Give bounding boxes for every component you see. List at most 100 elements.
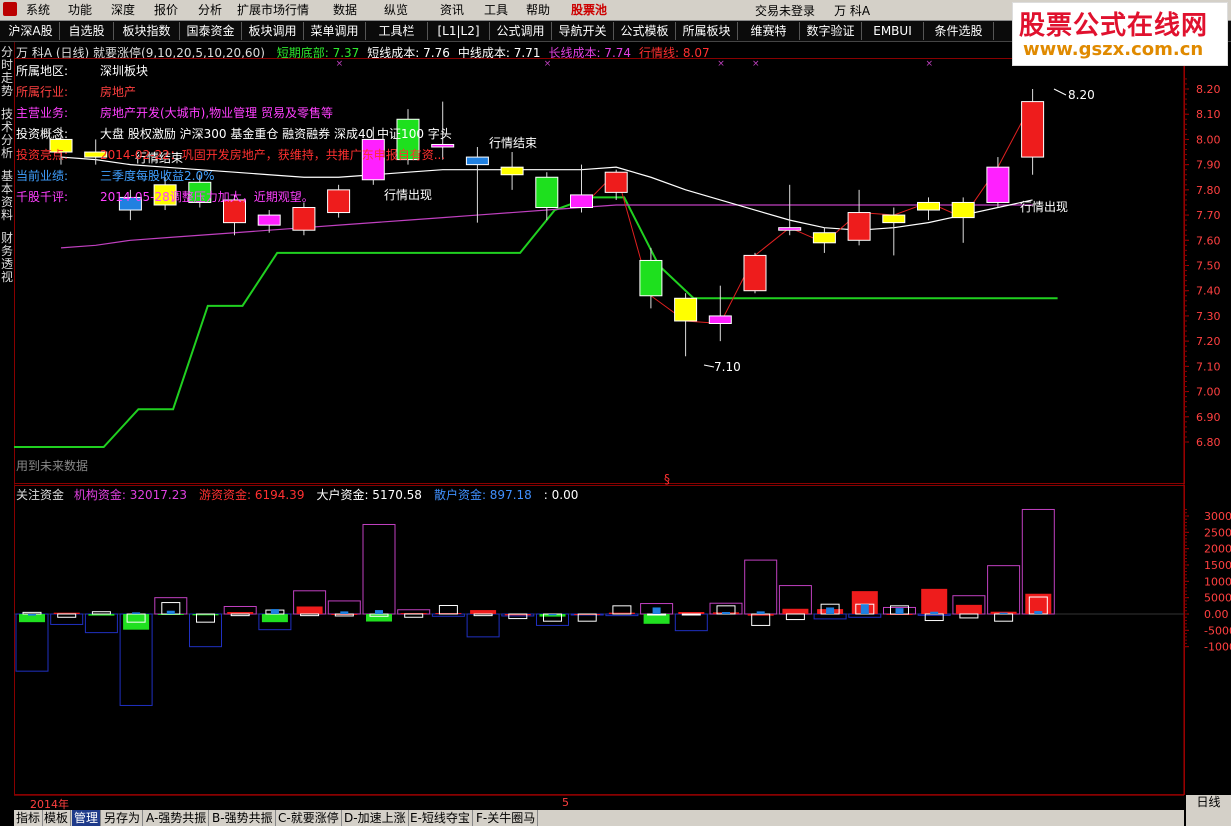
info-label: 投资亮点: <box>16 148 69 162</box>
future-data-label: 用到未来数据 <box>16 458 88 473</box>
fund-flow-value-1: 游资资金: 6194.39 <box>198 488 305 502</box>
low-pointer <box>703 364 715 368</box>
retail-flow-bar <box>166 610 175 614</box>
menu-item-10[interactable]: 帮助 <box>526 2 550 18</box>
info-value: 大盘 股权激励 沪深300 基金重仓 融资融券 深成40 中证100 字头 <box>100 127 452 141</box>
signal-marker: × <box>752 59 760 69</box>
menu-item-2[interactable]: 深度 <box>111 2 135 18</box>
price-tick-label: 7.80 <box>1196 184 1221 197</box>
big-player-flow-bar <box>230 613 250 617</box>
toolbar-button-10[interactable]: 公式模板 <box>614 22 676 40</box>
fund-flow-values: 机构资金: 32017.23 游资资金: 6194.39 大户资金: 5170.58… <box>74 488 591 502</box>
big-player-flow-bar <box>994 613 1014 622</box>
big-player-flow-bar <box>751 613 771 626</box>
app-logo-icon <box>3 2 17 16</box>
toolbar-button-4[interactable]: 板块调用 <box>242 22 304 40</box>
bottom-tab-4[interactable]: A-强势共振 <box>144 810 210 826</box>
menu-item-1[interactable]: 功能 <box>68 2 92 18</box>
institutional-flow-bar <box>189 613 222 648</box>
menu-item-4[interactable]: 分析 <box>198 2 222 18</box>
signal-marker: × <box>926 59 934 69</box>
bottom-tab-5[interactable]: B-强势共振 <box>210 810 276 826</box>
bottom-tab-1[interactable]: 模板 <box>42 810 72 826</box>
signal-end-label-2: 行情结束 <box>489 136 537 150</box>
price-axis: 8.20 8.10 8.00 7.90 7.80 7.70 7.60 7.50 7.40 7.30… <box>1184 78 1231 654</box>
bottom-tab-6[interactable]: C-就要涨停 <box>276 810 342 826</box>
toolbar-button-1[interactable]: 自选股 <box>60 22 114 40</box>
menu-item-6[interactable]: 数据 <box>333 2 357 18</box>
menu-item-3[interactable]: 报价 <box>154 2 178 18</box>
bottom-tab-3[interactable]: 另存为 <box>102 810 144 826</box>
candle-core <box>505 168 520 174</box>
toolbar-button-6[interactable]: 工具栏 <box>366 22 428 40</box>
menubar-right: 交易未登录 万 科A <box>755 2 870 19</box>
info-label: 所属地区: <box>16 64 69 78</box>
vol-tick-label: 15000 <box>1204 559 1231 572</box>
bottom-tabs: 指标 模板 管理 另存为 A-强势共振 B-强势共振 C-就要涨停 D-加速上涨 E-短线夺宝 F… <box>14 810 1184 826</box>
toolbar-button-9[interactable]: 导航开关 <box>552 22 614 40</box>
bottom-tab-9[interactable]: F-关牛圈马 <box>474 810 539 826</box>
fund-flow-title: 关注资金 <box>16 488 65 502</box>
side-tab-1[interactable]: 技术分析 <box>0 108 14 160</box>
candle-core <box>262 216 277 225</box>
info-row-4: 投资亮点: 2014-02-22：巩固开发房地产，获维持，共推广东申报自有资... <box>16 146 445 163</box>
menu-item-9[interactable]: 工具 <box>484 2 508 18</box>
vol-tick-label: 20000 <box>1204 543 1231 556</box>
fund-flow-value-3: 散户资金: 897.18 <box>433 488 532 502</box>
price-tick-label: 7.00 <box>1196 386 1221 399</box>
bottom-tab-8[interactable]: E-短线夺宝 <box>408 810 473 826</box>
toolbar-button-12[interactable]: 维赛特 <box>738 22 800 40</box>
watermark-logo: 股票公式在线网 www.gszx.com.cn <box>1012 2 1228 66</box>
info-row-0: 所属地区: 深圳板块 <box>16 62 148 79</box>
menu-item-5[interactable]: 扩展市场行情 <box>237 2 309 18</box>
price-tick-label: 8.20 <box>1196 83 1221 96</box>
candle-body <box>743 254 767 292</box>
big-player-flow-bar <box>785 613 805 621</box>
institutional-flow-bar <box>674 613 708 632</box>
retail-flow-bar <box>756 611 765 614</box>
signal-marker: × <box>336 59 344 69</box>
bottom-tab-7[interactable]: D-加速上涨 <box>342 810 409 826</box>
watermark-url: www.gszx.com.cn <box>1023 39 1204 60</box>
side-tab-3[interactable]: 财务透视 <box>0 232 14 284</box>
retail-flow-bar <box>1034 611 1043 614</box>
info-value: 2014-02-22：巩固开发房地产，获维持，共推广东申报自有资... <box>100 148 446 162</box>
toolbar-button-5[interactable]: 菜单调用 <box>304 22 366 40</box>
toolbar-button-2[interactable]: 板块指数 <box>114 22 180 40</box>
period-selector[interactable]: 日线 <box>1186 795 1231 826</box>
price-tick-label: 6.80 <box>1196 436 1221 449</box>
current-stock: 万 科A <box>834 4 871 18</box>
toolbar-button-14[interactable]: EMBUI <box>862 22 924 40</box>
toolbar-button-11[interactable]: 所属板块 <box>676 22 738 40</box>
login-status[interactable]: 交易未登录 <box>755 4 815 18</box>
menu-item-7[interactable]: 纵览 <box>384 2 408 18</box>
bottom-tab-0[interactable]: 指标 <box>14 810 44 826</box>
side-tab-0[interactable]: 分时走势 <box>0 46 14 98</box>
candle-body <box>1021 101 1045 158</box>
vol-tick-label: 25000 <box>1204 526 1231 539</box>
toolbar-button-3[interactable]: 国泰资金 <box>180 22 242 40</box>
fund-flow-chart <box>14 508 1184 706</box>
retail-flow-bar <box>375 610 383 614</box>
menu-item-11[interactable]: 股票池 <box>571 2 607 18</box>
retail-flow-bar <box>930 611 939 614</box>
side-tab-2[interactable]: 基本资料 <box>0 170 14 222</box>
menu-item-0[interactable]: 系统 <box>26 2 50 18</box>
toolbar-button-8[interactable]: 公式调用 <box>490 22 552 40</box>
hot-money-flow-bar <box>470 610 497 614</box>
toolbar-button-13[interactable]: 数字验证 <box>800 22 862 40</box>
big-player-flow-bar <box>647 613 667 616</box>
toolbar-button-0[interactable]: 沪深A股 <box>2 22 60 40</box>
fund-flow-value-2: 大户资金: 5170.58 <box>316 488 422 502</box>
toolbar-button-15[interactable]: 条件选股 <box>924 22 994 40</box>
info-value: 房地产 <box>100 85 137 99</box>
bottom-tab-2[interactable]: 管理 <box>72 810 102 826</box>
price-tick-label: 7.10 <box>1196 360 1221 373</box>
toolbar-button-7[interactable]: [L1|L2] <box>428 22 490 40</box>
info-label: 千股千评: <box>16 190 69 204</box>
low-price-label: 7.10 <box>714 360 741 374</box>
candle-core <box>921 203 936 210</box>
menu-item-8[interactable]: 资讯 <box>440 2 464 18</box>
candle-body <box>639 259 663 297</box>
retail-flow-bar <box>28 614 36 616</box>
